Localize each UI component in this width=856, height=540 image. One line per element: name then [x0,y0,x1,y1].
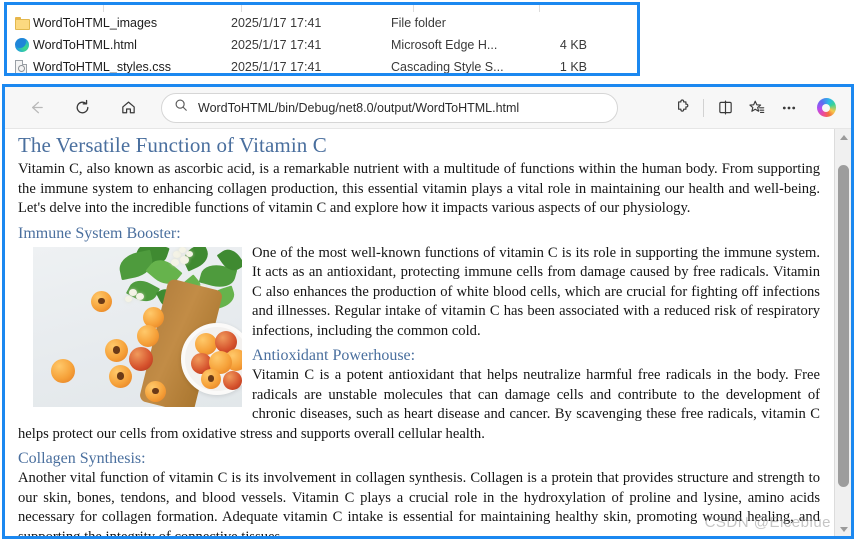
scroll-up-icon[interactable] [835,129,851,146]
file-size: 1 KB [559,60,587,74]
file-type: Microsoft Edge H... [391,38,498,52]
copilot-icon[interactable] [811,93,841,123]
page-title: The Versatile Function of Vitamin C [18,133,327,157]
browser-toolbar: WordToHTML/bin/Debug/net8.0/output/WordT… [5,87,851,129]
intro-paragraph: Vitamin C, also known as ascorbic acid, … [18,161,820,216]
search-icon [174,98,188,117]
more-options-icon[interactable] [773,93,805,123]
column-separator [241,5,242,12]
page-viewport: The Versatile Function of Vitamin C Vita… [5,129,851,538]
file-date: 2025/1/17 17:41 [231,16,322,30]
file-date: 2025/1/17 17:41 [231,38,322,52]
address-input[interactable]: WordToHTML/bin/Debug/net8.0/output/WordT… [198,101,519,115]
file-type: File folder [391,16,446,30]
scrollbar-thumb[interactable] [838,165,849,487]
apricots-photo [33,246,242,407]
document-body: The Versatile Function of Vitamin C Vita… [5,129,831,538]
section-heading-collagen: Collagen Synthesis: [18,450,146,467]
back-icon[interactable] [19,93,53,123]
edge-html-file-icon [7,38,33,52]
address-bar[interactable]: WordToHTML/bin/Debug/net8.0/output/WordT… [161,92,618,123]
file-size: 4 KB [559,38,587,52]
file-name: WordToHTML.html [33,38,137,52]
table-row[interactable]: WordToHTML_images 2025/1/17 17:41 File f… [7,13,637,33]
section-heading-immune: Immune System Booster: [18,224,181,242]
extensions-icon[interactable] [666,93,698,123]
favorites-icon[interactable] [741,93,773,123]
table-row[interactable]: WordToHTML_styles.css 2025/1/17 17:41 Ca… [7,57,637,74]
section-body-collagen: Another vital function of vitamin C is i… [18,470,820,538]
home-icon[interactable] [111,93,145,123]
vertical-scrollbar[interactable] [834,129,851,536]
file-type: Cascading Style S... [391,60,504,74]
browser-window: WordToHTML/bin/Debug/net8.0/output/WordT… [2,84,854,539]
file-date: 2025/1/17 17:41 [231,60,322,74]
column-separator [539,5,540,12]
file-name: WordToHTML_images [33,16,158,30]
scroll-down-icon[interactable] [835,521,851,536]
file-name: WordToHTML_styles.css [33,60,171,74]
refresh-icon[interactable] [65,93,99,123]
file-explorer-panel: WordToHTML_images 2025/1/17 17:41 File f… [4,2,640,76]
css-file-icon [7,60,33,73]
toolbar-divider [703,98,704,117]
toolbar-actions [666,93,851,123]
split-screen-icon[interactable] [709,93,741,123]
column-separator [103,5,104,12]
folder-icon [7,16,33,30]
column-separator [413,5,414,12]
table-row[interactable]: WordToHTML.html 2025/1/17 17:41 Microsof… [7,35,637,55]
food-photo-illustration [33,246,242,407]
